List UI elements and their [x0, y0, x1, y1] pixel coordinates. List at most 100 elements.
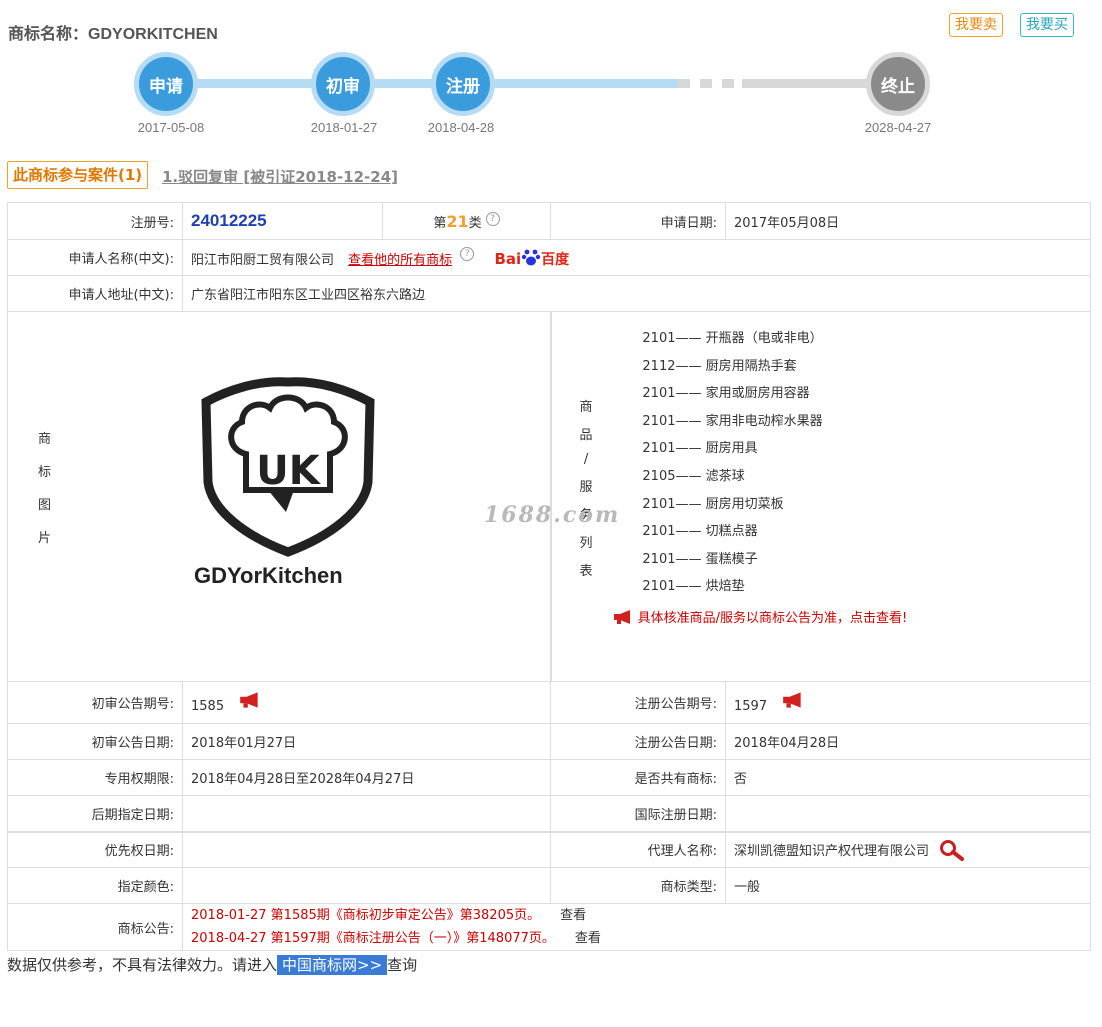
help-icon[interactable]: ?	[485, 211, 500, 226]
buy-button[interactable]: 我要买	[1020, 13, 1074, 37]
notice-item: 2018-01-27 第1585期《商标初步审定公告》第38205页。 查看	[191, 904, 1082, 927]
notice-text: 2018-01-27 第1585期《商标初步审定公告》第38205页。	[191, 908, 541, 923]
exclusive-value: 2018年04月28日至2028年04月27日	[182, 759, 551, 796]
row-pub-no: 初审公告期号: 1585 注册公告期号: 1597	[7, 681, 1091, 724]
goods-item: 2101—— 家用或厨房用容器	[618, 380, 908, 408]
baidu-logo[interactable]: Bai 百度	[494, 249, 569, 268]
applicant-cell: 阳江市阳厨工贸有限公司 查看他的所有商标 ? Bai 百度	[182, 239, 1091, 276]
goods-item: 2101—— 烘焙垫	[618, 573, 908, 601]
goods-code: 2101	[642, 441, 676, 457]
priority-label: 优先权日期:	[7, 831, 183, 868]
row-later: 后期指定日期: 国际注册日期:	[7, 795, 1091, 832]
intl-label: 国际注册日期:	[550, 795, 726, 832]
cases-tab[interactable]: 此商标参与案件(1)	[7, 161, 149, 189]
baidu-paw-icon	[521, 249, 541, 265]
intl-value	[725, 795, 1091, 832]
goods-item: 2101—— 切糕点器	[618, 518, 908, 546]
notice-text: 2018-04-27 第1597期《商标注册公告（一）》第148077页。	[191, 931, 555, 946]
goods-name: 烘焙垫	[705, 579, 745, 595]
goods-name: 蛋糕模子	[705, 551, 758, 567]
prelim-date-label: 初审公告日期:	[7, 723, 183, 760]
row-regno: 注册号: 24012225 第21类? 申请日期: 2017年05月08日	[7, 202, 1091, 240]
reg-no-value: 24012225	[191, 211, 267, 230]
exclusive-label: 专用权期限:	[7, 759, 183, 796]
footer-note: 数据仅供参考，不具有法律效力。请进入 中国商标网>> 查询	[7, 954, 417, 975]
goods-item: 2101—— 厨房用具	[618, 435, 908, 463]
help-icon[interactable]: ?	[460, 246, 475, 261]
agent-label: 代理人名称:	[550, 831, 726, 868]
reg-pub-date-label: 注册公告日期:	[550, 723, 726, 760]
class-cell: 第21类?	[382, 202, 551, 240]
goods-item: 2105—— 滤茶球	[618, 463, 908, 491]
later-value	[182, 795, 551, 832]
shared-value: 否	[725, 759, 1091, 796]
row-color: 指定颜色: 商标类型: 一般	[7, 867, 1091, 904]
goods-name: 厨房用切菜板	[705, 496, 784, 512]
prelim-no-label: 初审公告期号:	[7, 681, 183, 724]
class-prefix: 第	[433, 215, 447, 231]
goods-name: 切糕点器	[705, 524, 758, 540]
priority-value	[182, 831, 551, 868]
search-icon[interactable]	[939, 839, 965, 861]
shared-label: 是否共有商标:	[550, 759, 726, 796]
goods-code: 2101	[642, 551, 676, 567]
sell-button[interactable]: 我要卖	[949, 13, 1003, 37]
goods-note-text: 具体核准商品/服务以商标公告为准，点击查看!	[637, 610, 908, 626]
timeline-node-expire: 终止	[866, 52, 930, 116]
timeline-node-prelim: 初审	[311, 52, 375, 116]
image-label-char: 标	[38, 465, 52, 480]
later-label: 后期指定日期:	[7, 795, 183, 832]
address-value: 广东省阳江市阳东区工业四区裕东六路边	[182, 275, 1091, 312]
ctmo-link[interactable]: 中国商标网>>	[277, 955, 388, 975]
timeline-date-apply: 2017-05-08	[137, 120, 205, 135]
timeline-track-done	[166, 79, 678, 88]
goods-name: 家用非电动榨水果器	[705, 413, 823, 429]
class-number: 21	[446, 211, 469, 231]
goods-item: 2101—— 蛋糕模子	[618, 546, 908, 574]
all-trademarks-link[interactable]: 查看他的所有商标	[348, 253, 452, 268]
color-value	[182, 867, 551, 904]
megaphone-icon[interactable]	[238, 691, 262, 708]
goods-code: 2101	[642, 386, 676, 402]
color-label: 指定颜色:	[7, 867, 183, 904]
goods-code: 2101	[642, 496, 676, 512]
goods-note-link[interactable]: 具体核准商品/服务以商标公告为准，点击查看!	[612, 607, 908, 626]
case-link[interactable]: 1.驳回复审 [被引证2018-12-24]	[162, 166, 398, 187]
goods-item: 2101—— 厨房用切菜板	[618, 491, 908, 519]
goods-label: 商 品 / 服 务 列 表	[580, 396, 593, 579]
row-applicant: 申请人名称(中文): 阳江市阳厨工贸有限公司 查看他的所有商标 ? Bai 百度	[7, 239, 1091, 276]
notice-label: 商标公告:	[7, 903, 183, 951]
timeline-node-register: 注册	[431, 52, 495, 116]
goods-name: 厨房用具	[705, 441, 758, 457]
footer-text: 数据仅供参考，不具有法律效力。请进入	[7, 956, 278, 974]
goods-item: 2101—— 家用非电动榨水果器	[618, 408, 908, 436]
goods-code: 2101	[642, 579, 676, 595]
reg-no-label: 注册号:	[7, 202, 183, 240]
goods-name: 滤茶球	[705, 468, 745, 484]
goods-dash: ——	[675, 524, 702, 540]
reg-pub-no-cell: 1597	[725, 681, 1091, 724]
trademark-image-cell: 商 标 图 片 UK GDYorKitchen	[7, 311, 551, 682]
goods-name: 厨房用隔热手套	[705, 358, 797, 374]
megaphone-icon[interactable]	[781, 691, 805, 708]
image-label: 商 标 图 片	[38, 428, 51, 546]
goods-label-char: 商	[579, 400, 593, 415]
goods-cell: 商 品 / 服 务 列 表 2101—— 开瓶器（电或非电） 2112—— 厨房…	[549, 311, 1091, 682]
megaphone-icon	[613, 609, 630, 624]
goods-dash: ——	[675, 441, 702, 457]
trademark-info-table: 注册号: 24012225 第21类? 申请日期: 2017年05月08日 申请…	[7, 202, 1091, 951]
notice-view-link[interactable]: 查看	[560, 908, 586, 923]
row-image-goods: 商 标 图 片 UK GDYorKitchen 商 品 / 服 务 列 表 21…	[7, 311, 1091, 682]
row-pub-date: 初审公告日期: 2018年01月27日 注册公告日期: 2018年04月28日	[7, 723, 1091, 760]
goods-dash: ——	[675, 551, 702, 567]
type-label: 商标类型:	[550, 867, 726, 904]
notice-view-link[interactable]: 查看	[575, 931, 601, 946]
goods-label-char: 表	[579, 564, 593, 579]
agent-value: 深圳凯德盟知识产权代理有限公司	[734, 843, 930, 859]
timeline-date-expire: 2028-04-27	[864, 120, 932, 135]
prelim-date-value: 2018年01月27日	[182, 723, 551, 760]
prelim-no-value: 1585	[191, 698, 225, 714]
timeline-track-gap	[678, 79, 742, 88]
goods-list: 2101—— 开瓶器（电或非电） 2112—— 厨房用隔热手套 2101—— 家…	[618, 325, 908, 601]
svg-text:UK: UK	[256, 448, 321, 494]
